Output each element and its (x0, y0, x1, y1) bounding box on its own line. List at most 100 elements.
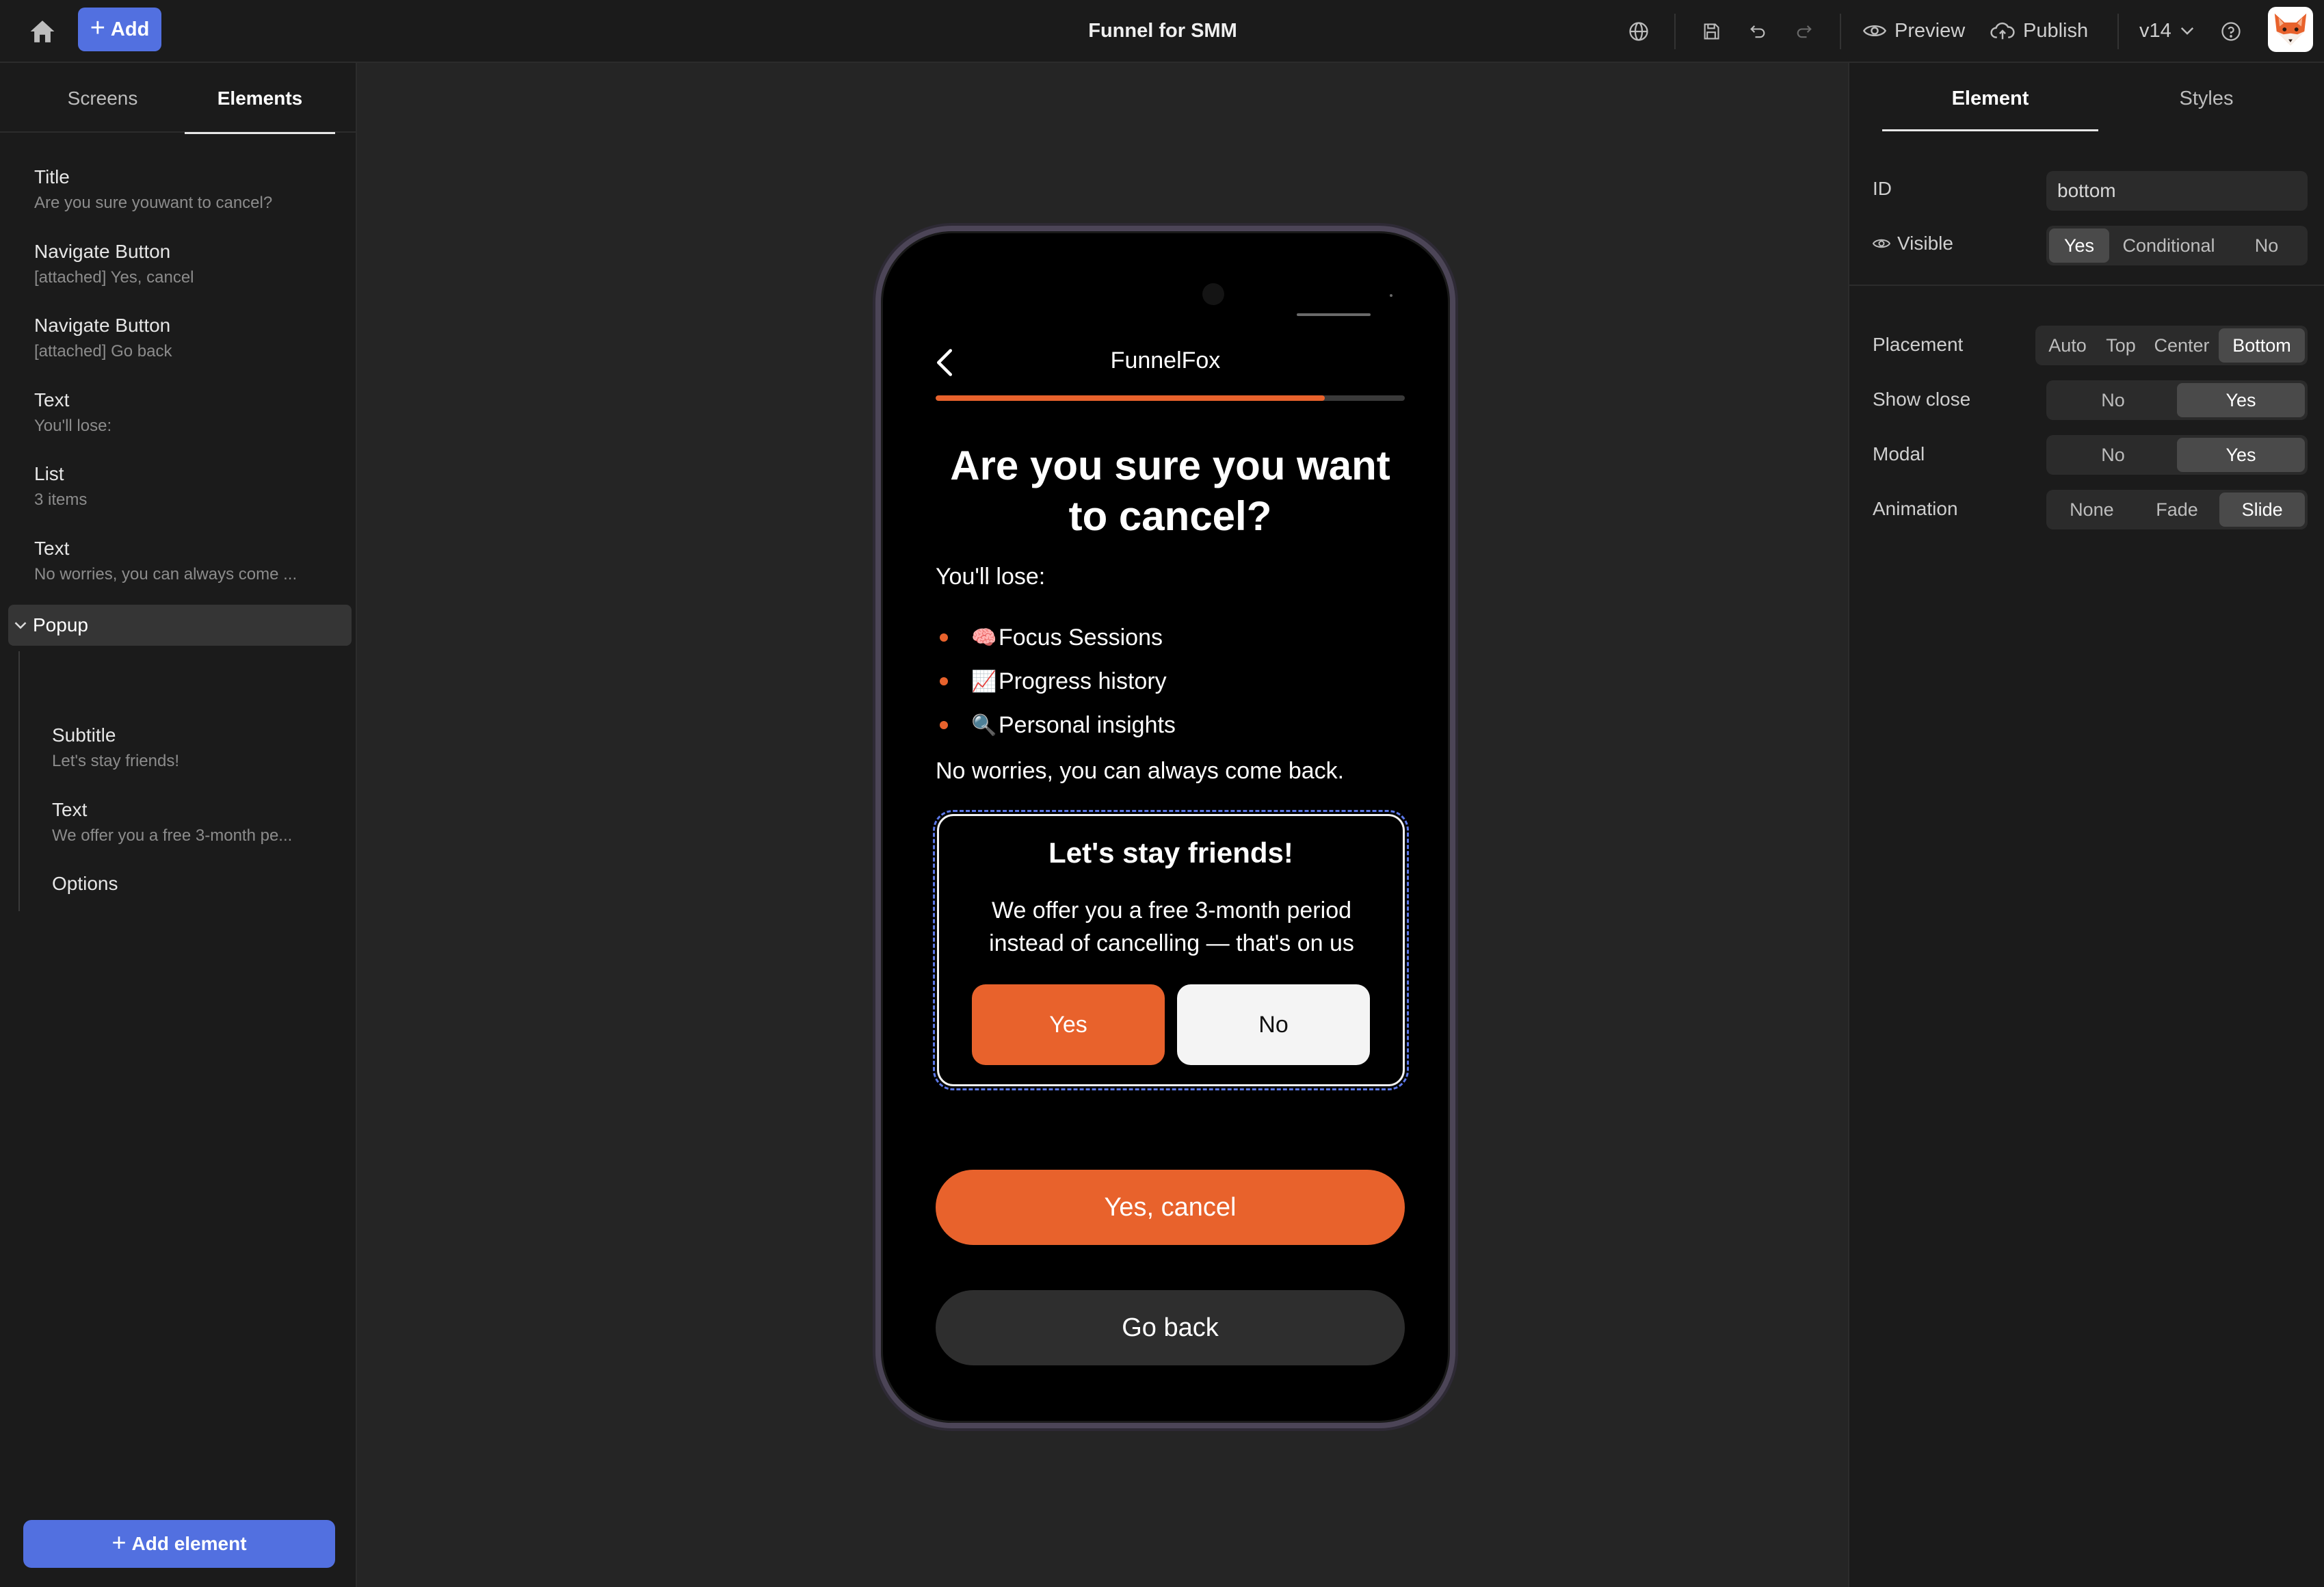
element-item-sub: [attached] Go back (34, 342, 172, 360)
animation-option-none[interactable]: None (2049, 493, 2135, 527)
element-item-sub: Are you sure youwant to cancel? (34, 194, 273, 212)
element-item-sub: No worries, you can always come ... (34, 565, 298, 583)
animation-option-slide[interactable]: Slide (2219, 493, 2306, 527)
list-item-text: Focus Sessions (999, 624, 1163, 651)
publish-button[interactable]: Publish (1990, 0, 2088, 62)
placement-option-top[interactable]: Top (2097, 328, 2145, 363)
element-item-navigate-button[interactable]: Navigate Button [attached] Yes, cancel (34, 240, 335, 289)
preview-button[interactable]: Preview (1863, 0, 1965, 62)
tab-element[interactable]: Element (1882, 63, 2098, 131)
chevron-down-icon[interactable] (8, 620, 33, 630)
bullet-icon (940, 721, 948, 729)
toolbar-separator (2117, 14, 2119, 49)
show-close-label: Show close (1873, 389, 1971, 410)
phone-camera (1202, 283, 1224, 305)
globe-icon[interactable] (1622, 15, 1655, 48)
list-item-text: Personal insights (999, 711, 1176, 738)
right-tabs: Element Styles (1849, 63, 2324, 133)
version-label: v14 (2139, 19, 2171, 42)
modal-option-yes[interactable]: Yes (2177, 438, 2305, 472)
undo-icon[interactable] (1741, 15, 1774, 48)
tree-guide-line (18, 651, 20, 911)
go-back-button[interactable]: Go back (936, 1290, 1405, 1365)
plus-icon: + (111, 1528, 127, 1556)
element-item-sub: [attached] Yes, cancel (34, 268, 194, 287)
element-item-subtitle[interactable]: Subtitle Let's stay friends! (52, 724, 339, 773)
visible-option-conditional[interactable]: Conditional (2109, 228, 2228, 263)
brain-icon: 🧠 (971, 626, 997, 649)
bullet-icon (940, 677, 948, 685)
save-icon[interactable] (1695, 15, 1728, 48)
placement-option-bottom[interactable]: Bottom (2219, 328, 2305, 363)
animation-segmented: None Fade Slide (2046, 490, 2308, 529)
visible-option-yes[interactable]: Yes (2049, 228, 2109, 263)
element-item-popup[interactable]: Popup (8, 605, 352, 646)
element-item-name: List (34, 463, 64, 484)
modal-option-no[interactable]: No (2049, 438, 2177, 472)
popup-text: We offer you a free 3-month period inste… (989, 897, 1354, 956)
element-item-name: Title (34, 166, 70, 187)
popup-subtitle: Let's stay friends! (1048, 837, 1293, 869)
placement-option-center[interactable]: Center (2145, 328, 2219, 363)
list-item: 🔍 Personal insights (936, 703, 1405, 747)
element-item-text[interactable]: Text We offer you a free 3-month pe... (52, 798, 339, 848)
tab-screens[interactable]: Screens (34, 63, 171, 133)
element-item-sub: You'll lose: (34, 417, 112, 435)
screen-title[interactable]: Are you sure you want to cancel? (936, 441, 1405, 542)
placement-segmented: Auto Top Center Bottom (2035, 326, 2308, 365)
popup-no-button[interactable]: No (1177, 984, 1370, 1065)
cloud-upload-icon (1990, 22, 2015, 40)
show-close-option-no[interactable]: No (2049, 383, 2177, 417)
placement-option-auto[interactable]: Auto (2038, 328, 2097, 363)
add-button-label: Add (110, 18, 150, 40)
element-item-name: Subtitle (52, 724, 116, 746)
worries-text[interactable]: No worries, you can always come back. (936, 758, 1344, 785)
eye-icon (1873, 239, 1890, 248)
chevron-down-icon (2180, 27, 2193, 35)
top-bar: + Add Funnel for SMM Preview Publish v14 (0, 0, 2324, 63)
animation-label: Animation (1873, 498, 1958, 519)
element-item-title[interactable]: Title Are you sure youwant to cancel? (34, 166, 335, 215)
phone-preview: FunnelFox Are you sure you want to cance… (875, 226, 1455, 1428)
element-item-name: Text (34, 538, 70, 559)
tab-elements[interactable]: Elements (185, 63, 335, 134)
add-element-label: Add element (131, 1533, 247, 1554)
yes-cancel-button[interactable]: Yes, cancel (936, 1170, 1405, 1245)
visible-label-row: Visible (1873, 233, 1953, 254)
status-indicator (1297, 313, 1371, 316)
show-close-segmented: No Yes (2046, 380, 2308, 420)
popup-yes-button[interactable]: Yes (972, 984, 1165, 1065)
home-icon[interactable] (26, 15, 59, 48)
add-element-button[interactable]: + Add element (23, 1520, 335, 1568)
version-dropdown[interactable]: v14 (2139, 0, 2195, 62)
list-item: 🧠 Focus Sessions (936, 616, 1405, 659)
element-item-list[interactable]: List 3 items (34, 462, 335, 512)
visible-label: Visible (1897, 233, 1953, 254)
element-item-navigate-button[interactable]: Navigate Button [attached] Go back (34, 314, 335, 363)
avatar[interactable] (2268, 7, 2313, 52)
brand-title: FunnelFox (1110, 347, 1221, 373)
tab-styles[interactable]: Styles (2098, 63, 2314, 131)
animation-option-fade[interactable]: Fade (2135, 493, 2220, 527)
redo-icon[interactable] (1788, 15, 1821, 48)
element-item-options[interactable]: Options (52, 872, 339, 895)
right-panel: Element Styles ID bottom Visible Yes Con… (1848, 63, 2324, 1587)
modal-segmented: No Yes (2046, 435, 2308, 475)
help-icon[interactable] (2215, 15, 2247, 48)
element-item-text[interactable]: Text You'll lose: (34, 389, 335, 438)
benefits-list[interactable]: 🧠 Focus Sessions 📈 Progress history 🔍 Pe… (936, 616, 1405, 747)
id-label: ID (1873, 178, 1892, 199)
popup-card[interactable]: Let's stay friends! We offer you a free … (933, 810, 1409, 1090)
element-item-name: Navigate Button (34, 315, 171, 336)
lose-text[interactable]: You'll lose: (936, 564, 1045, 590)
progress-bar (936, 395, 1405, 401)
visible-option-no[interactable]: No (2228, 228, 2305, 263)
add-button[interactable]: + Add (78, 8, 161, 51)
element-item-name: Text (34, 389, 70, 410)
chart-icon: 📈 (971, 670, 997, 693)
id-input[interactable]: bottom (2046, 171, 2308, 211)
show-close-option-yes[interactable]: Yes (2177, 383, 2305, 417)
left-panel: Screens Elements Title Are you sure youw… (0, 63, 357, 1587)
preview-label: Preview (1894, 19, 1966, 42)
element-item-text[interactable]: Text No worries, you can always come ... (34, 537, 335, 586)
